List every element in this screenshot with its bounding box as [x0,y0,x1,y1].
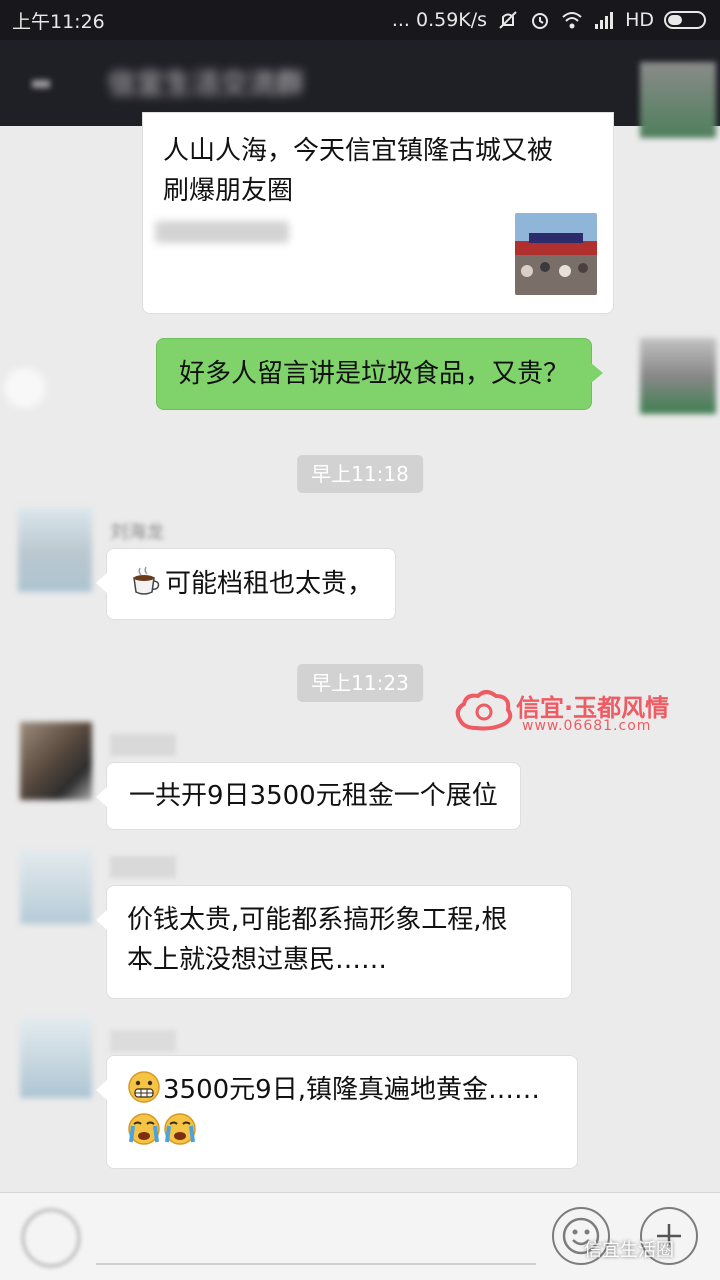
wifi-icon [562,12,582,29]
chat-title: 信宜生活交流群 [108,67,305,100]
loudly-crying-face-emoji [164,1113,196,1145]
mute-icon [499,11,517,29]
sender-name-blurred [110,734,176,756]
footer-watermark: 信宜生活圈 [584,1240,674,1261]
link-title-line-2: 刷爆朋友圈 [163,176,294,206]
link-thumbnail [515,213,597,295]
message-received[interactable]: 一共开9日3500元租金一个展位 [96,762,521,830]
battery-icon [664,11,706,29]
back-arrow-icon [32,80,50,88]
avatar-link-sender[interactable] [640,62,716,138]
message-received[interactable]: 价钱太贵,可能都系搞形象工程,根 本上就没想过惠民…… [96,885,572,999]
timestamp: 早上11:23 [297,664,423,702]
watermark-url: www.06681.com [522,718,652,734]
avatar-sender-3[interactable] [18,508,92,592]
alarm-icon [532,13,549,29]
message-received[interactable]: 3500元9日,镇隆真遍地黄金…… [96,1055,578,1169]
sender-name: 刘海龙 [110,522,164,540]
loudly-crying-face-emoji [128,1113,160,1145]
link-title: 人山人海，今天信宜镇隆古城又被 刷爆朋友圈 [163,131,593,211]
timestamp: 早上11:18 [297,455,423,493]
avatar-self[interactable] [640,338,716,414]
avatar-sender-6[interactable] [20,1018,92,1098]
message-text-line-2: 本上就没想过惠民…… [127,945,388,975]
message-text: 3500元9日,镇隆真遍地黄金…… [163,1075,540,1105]
message-input[interactable] [96,1263,536,1265]
watermark-logo [455,690,513,731]
message-line-1: 3500元9日,镇隆真遍地黄金…… [127,1070,557,1110]
message-self[interactable]: 好多人留言讲是垃圾食品，又贵？ [156,338,604,410]
back-button[interactable] [24,66,60,102]
watermark: 信宜·玉都风情 www.06681.com [450,682,670,738]
message-link-card[interactable]: 人山人海，今天信宜镇隆古城又被 刷爆朋友圈 [142,112,614,314]
message-text-line-1: 价钱太贵,可能都系搞形象工程,根 [127,905,508,935]
status-bar: 上午11:26 ... 0.59K/s HD [0,0,720,40]
avatar-sender-4[interactable] [20,722,92,800]
status-time: 上午11:26 [12,10,105,33]
sender-name-blurred [110,856,176,878]
hot-beverage-emoji [133,566,160,595]
message-text: 一共开9日3500元租金一个展位 [129,781,498,811]
sender-name-blurred [110,1030,176,1052]
avatar-sender-5[interactable] [20,850,92,924]
link-source [155,221,289,243]
message-text: 可能档租也太贵， [165,569,374,599]
message-text: 好多人留言讲是垃圾食品，又贵？ [179,359,570,389]
hd-label: HD [625,9,654,31]
grimacing-face-emoji [128,1071,160,1103]
status-icons: ... 0.59K/s HD [392,9,706,31]
network-speed: ... 0.59K/s [391,9,488,31]
link-title-line-1: 人山人海，今天信宜镇隆古城又被 [163,136,554,166]
message-received[interactable]: 可能档租也太贵， [95,548,397,620]
trailing-emojis [127,1112,557,1152]
voice-input-button[interactable] [22,1209,80,1267]
voice-play-indicator [4,368,46,408]
signal-icon [595,12,614,29]
